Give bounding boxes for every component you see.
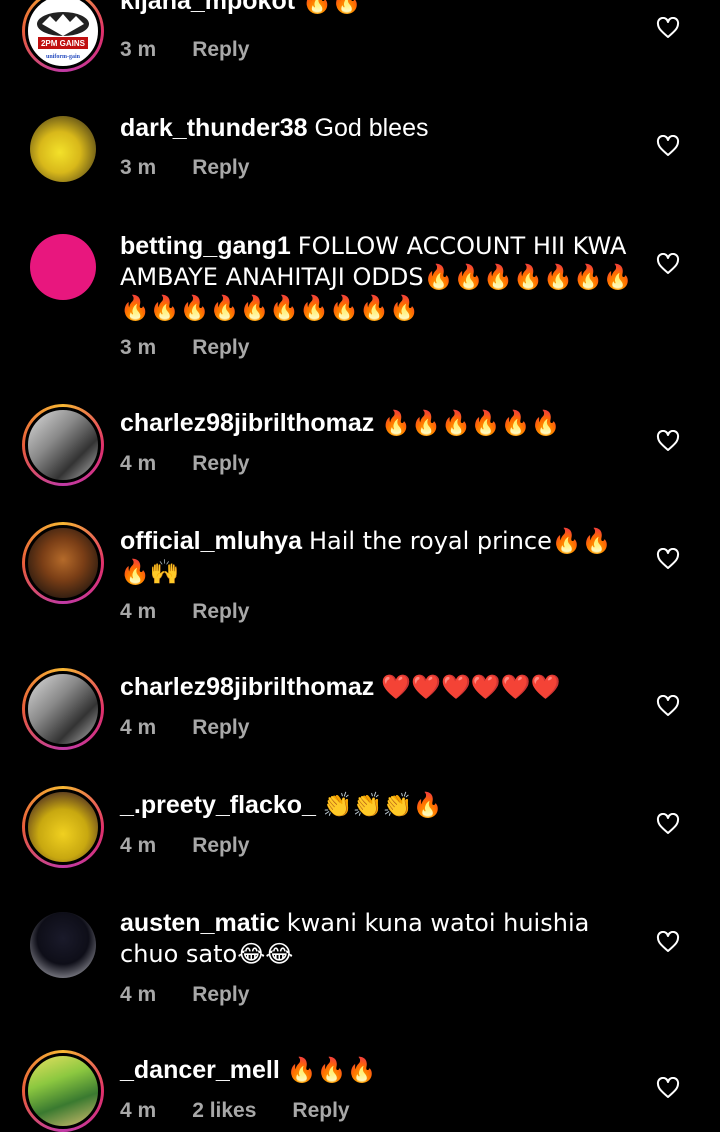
reply-button[interactable]: Reply — [192, 600, 249, 624]
avatar-image — [25, 671, 101, 747]
comment-text: charlez98jibrilthomaz 🔥🔥🔥🔥🔥🔥 — [120, 408, 640, 439]
comment-meta: 4 m 2 likes Reply — [120, 1099, 350, 1123]
comment-username[interactable]: _.preety_flacko_ — [120, 791, 316, 819]
avatar-image — [25, 1053, 101, 1129]
comment-username[interactable]: austen_matic — [120, 909, 280, 937]
comment-meta: 4 m Reply — [120, 983, 249, 1007]
comment-text: kijana_mpokot 🔥🔥 — [120, 0, 640, 17]
comment-meta: 4 m Reply — [120, 716, 249, 740]
heart-outline-icon[interactable] — [656, 430, 680, 452]
reply-button[interactable]: Reply — [192, 38, 249, 62]
avatar[interactable] — [22, 108, 104, 190]
heart-outline-icon[interactable] — [656, 1077, 680, 1099]
comment-text: _dancer_mell 🔥🔥🔥 — [120, 1055, 640, 1086]
comment-body: 🔥🔥🔥🔥🔥🔥 — [381, 409, 561, 437]
comment-text: charlez98jibrilthomaz ❤️❤️❤️❤️❤️❤️ — [120, 672, 640, 703]
comment-meta: 4 m Reply — [120, 834, 249, 858]
comment-meta: 4 m Reply — [120, 600, 249, 624]
avatar-image — [30, 912, 96, 978]
comment-body: 🔥🔥 — [302, 0, 362, 15]
heart-outline-icon[interactable] — [656, 813, 680, 835]
heart-outline-icon[interactable] — [656, 931, 680, 953]
batman-logo-icon: 2PM GAINS uniform-gain — [37, 12, 89, 60]
heart-outline-icon[interactable] — [656, 17, 680, 39]
comment-time: 4 m — [120, 983, 157, 1006]
reply-button[interactable]: Reply — [192, 834, 249, 858]
comment-meta: 3 m Reply — [120, 156, 249, 180]
avatar[interactable] — [22, 226, 104, 308]
avatar[interactable] — [22, 786, 104, 868]
comment-time: 4 m — [120, 1099, 157, 1122]
comment-time: 3 m — [120, 156, 157, 179]
heart-outline-icon[interactable] — [656, 695, 680, 717]
comment-username[interactable]: charlez98jibrilthomaz — [120, 673, 374, 701]
comment-body: 👏👏👏🔥 — [322, 791, 443, 819]
avatar-image — [25, 789, 101, 865]
reply-button[interactable]: Reply — [192, 983, 249, 1007]
comment-username[interactable]: kijana_mpokot — [120, 0, 295, 15]
comment-time: 4 m — [120, 834, 157, 857]
comment-text: official_mluhya Hail the royal prince🔥🔥🔥… — [120, 526, 640, 588]
comment-time: 3 m — [120, 38, 157, 61]
avatar-image — [25, 407, 101, 483]
comment-username[interactable]: betting_gang1 — [120, 232, 291, 260]
comment-username[interactable]: _dancer_mell — [120, 1056, 280, 1084]
comment-text: dark_thunder38 God blees — [120, 113, 640, 144]
comment-time: 3 m — [120, 336, 157, 359]
comment-text: austen_matic kwani kuna watoi huishia ch… — [120, 908, 640, 970]
reply-button[interactable]: Reply — [192, 716, 249, 740]
comment-likes[interactable]: 2 likes — [192, 1099, 256, 1123]
avatar-image: 2PM GAINS uniform-gain — [25, 0, 101, 69]
avatar[interactable]: 2PM GAINS uniform-gain — [22, 0, 104, 72]
avatar-image — [30, 234, 96, 300]
avatar-image — [30, 116, 96, 182]
reply-button[interactable]: Reply — [192, 156, 249, 180]
avatar-image — [25, 525, 101, 601]
heart-outline-icon[interactable] — [656, 135, 680, 157]
comment-meta: 4 m Reply — [120, 452, 249, 476]
comment-meta: 3 m Reply — [120, 38, 249, 62]
heart-outline-icon[interactable] — [656, 253, 680, 275]
comment-body: God blees — [314, 114, 429, 142]
comment-time: 4 m — [120, 716, 157, 739]
comment-time: 4 m — [120, 600, 157, 623]
comment-username[interactable]: charlez98jibrilthomaz — [120, 409, 374, 437]
avatar[interactable] — [22, 522, 104, 604]
comment-meta: 3 m Reply — [120, 336, 249, 360]
comment-body: ❤️❤️❤️❤️❤️❤️ — [381, 673, 561, 701]
reply-button[interactable]: Reply — [292, 1099, 349, 1123]
comment-time: 4 m — [120, 452, 157, 475]
avatar-text-top: 2PM GAINS — [41, 39, 86, 48]
comment-text: betting_gang1 FOLLOW ACCOUNT HII KWA AMB… — [120, 231, 640, 324]
avatar[interactable] — [22, 668, 104, 750]
comment-username[interactable]: official_mluhya — [120, 527, 302, 555]
comment-username[interactable]: dark_thunder38 — [120, 114, 308, 142]
avatar[interactable] — [22, 1050, 104, 1132]
comment-text: _.preety_flacko_ 👏👏👏🔥 — [120, 790, 640, 821]
reply-button[interactable]: Reply — [192, 336, 249, 360]
avatar[interactable] — [22, 904, 104, 986]
avatar-text-bottom: uniform-gain — [46, 54, 81, 60]
avatar[interactable] — [22, 404, 104, 486]
reply-button[interactable]: Reply — [192, 452, 249, 476]
comment-body: 🔥🔥🔥 — [286, 1056, 377, 1084]
heart-outline-icon[interactable] — [656, 548, 680, 570]
